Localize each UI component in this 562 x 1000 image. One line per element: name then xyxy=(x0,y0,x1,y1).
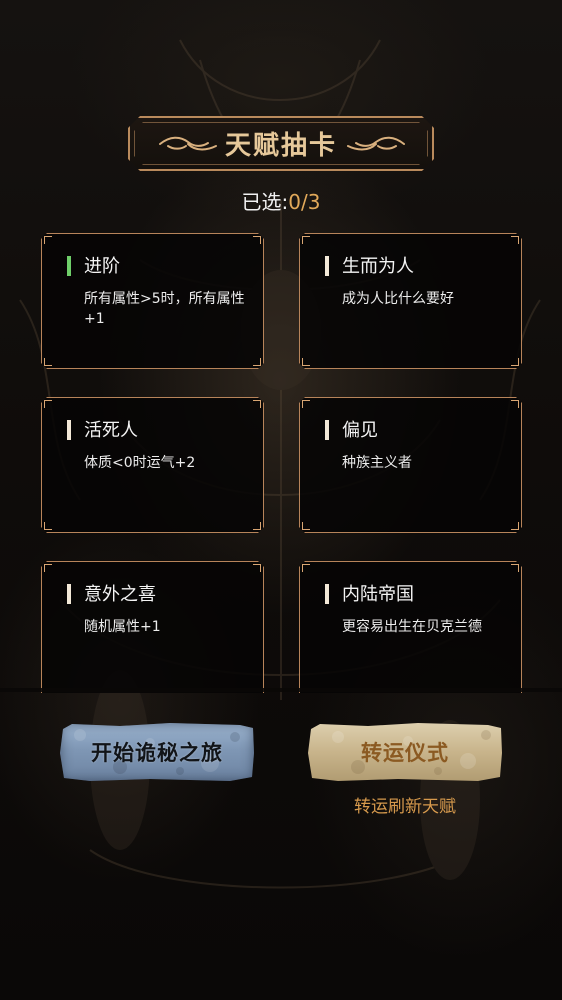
talent-name: 生而为人 xyxy=(342,256,414,277)
card-corner xyxy=(302,564,310,572)
talent-card-4[interactable]: 偏见 种族主义者 xyxy=(299,397,522,533)
talent-draw-screen: 天赋抽卡 已选:0/3 进阶 所有属性>5时，所有属性+1 生而为人 成为人比什… xyxy=(0,0,562,1000)
card-corner xyxy=(253,564,261,572)
card-corner xyxy=(253,522,261,530)
selected-label: 已选: xyxy=(241,190,289,214)
card-corner xyxy=(511,522,519,530)
card-corner xyxy=(511,564,519,572)
selected-counter: 已选:0/3 xyxy=(0,186,562,215)
rarity-marker-white xyxy=(325,256,329,276)
card-corner xyxy=(44,400,52,408)
talent-description: 所有属性>5时，所有属性+1 xyxy=(84,291,245,327)
talent-card-1[interactable]: 进阶 所有属性>5时，所有属性+1 xyxy=(41,233,264,369)
talent-description: 种族主义者 xyxy=(342,455,412,471)
talent-card-5[interactable]: 意外之喜 随机属性+1 xyxy=(41,561,264,693)
talent-card-3[interactable]: 活死人 体质<0时运气+2 xyxy=(41,397,264,533)
card-corner xyxy=(302,522,310,530)
start-journey-label: 开始诡秘之旅 xyxy=(91,740,223,765)
card-corner xyxy=(302,400,310,408)
card-corner xyxy=(44,358,52,366)
talent-description: 随机属性+1 xyxy=(84,619,161,635)
card-corner xyxy=(253,358,261,366)
talent-name: 进阶 xyxy=(84,256,120,277)
card-corner xyxy=(511,236,519,244)
rarity-marker-white xyxy=(67,420,71,440)
talent-description: 成为人比什么要好 xyxy=(342,291,454,307)
start-journey-button[interactable]: 开始诡秘之旅 xyxy=(60,723,254,781)
card-corner xyxy=(44,564,52,572)
card-corner xyxy=(511,400,519,408)
talent-card-6[interactable]: 内陆帝国 更容易出生在贝克兰德 xyxy=(299,561,522,693)
talent-name: 内陆帝国 xyxy=(342,584,414,605)
selected-value: 0/3 xyxy=(288,190,321,214)
rarity-marker-green xyxy=(67,256,71,276)
talent-card-2[interactable]: 生而为人 成为人比什么要好 xyxy=(299,233,522,369)
card-corner xyxy=(302,236,310,244)
rarity-marker-white xyxy=(325,584,329,604)
fortune-ritual-button[interactable]: 转运仪式 xyxy=(308,723,502,781)
card-corner xyxy=(511,358,519,366)
rarity-marker-white xyxy=(67,584,71,604)
scroll-clip-edge xyxy=(0,688,562,692)
card-corner xyxy=(44,236,52,244)
card-corner xyxy=(302,358,310,366)
talent-name: 活死人 xyxy=(84,420,138,441)
card-corner xyxy=(44,522,52,530)
talent-name: 意外之喜 xyxy=(84,584,156,605)
talent-description: 体质<0时运气+2 xyxy=(84,455,196,471)
page-title: 天赋抽卡 xyxy=(224,131,337,161)
fortune-ritual-caption: 转运刷新天赋 xyxy=(354,797,456,817)
card-corner xyxy=(253,400,261,408)
rarity-marker-white xyxy=(325,420,329,440)
talent-name: 偏见 xyxy=(342,420,378,441)
fortune-ritual-label: 转运仪式 xyxy=(361,740,449,765)
talent-description: 更容易出生在贝克兰德 xyxy=(342,619,482,635)
card-corner xyxy=(253,236,261,244)
